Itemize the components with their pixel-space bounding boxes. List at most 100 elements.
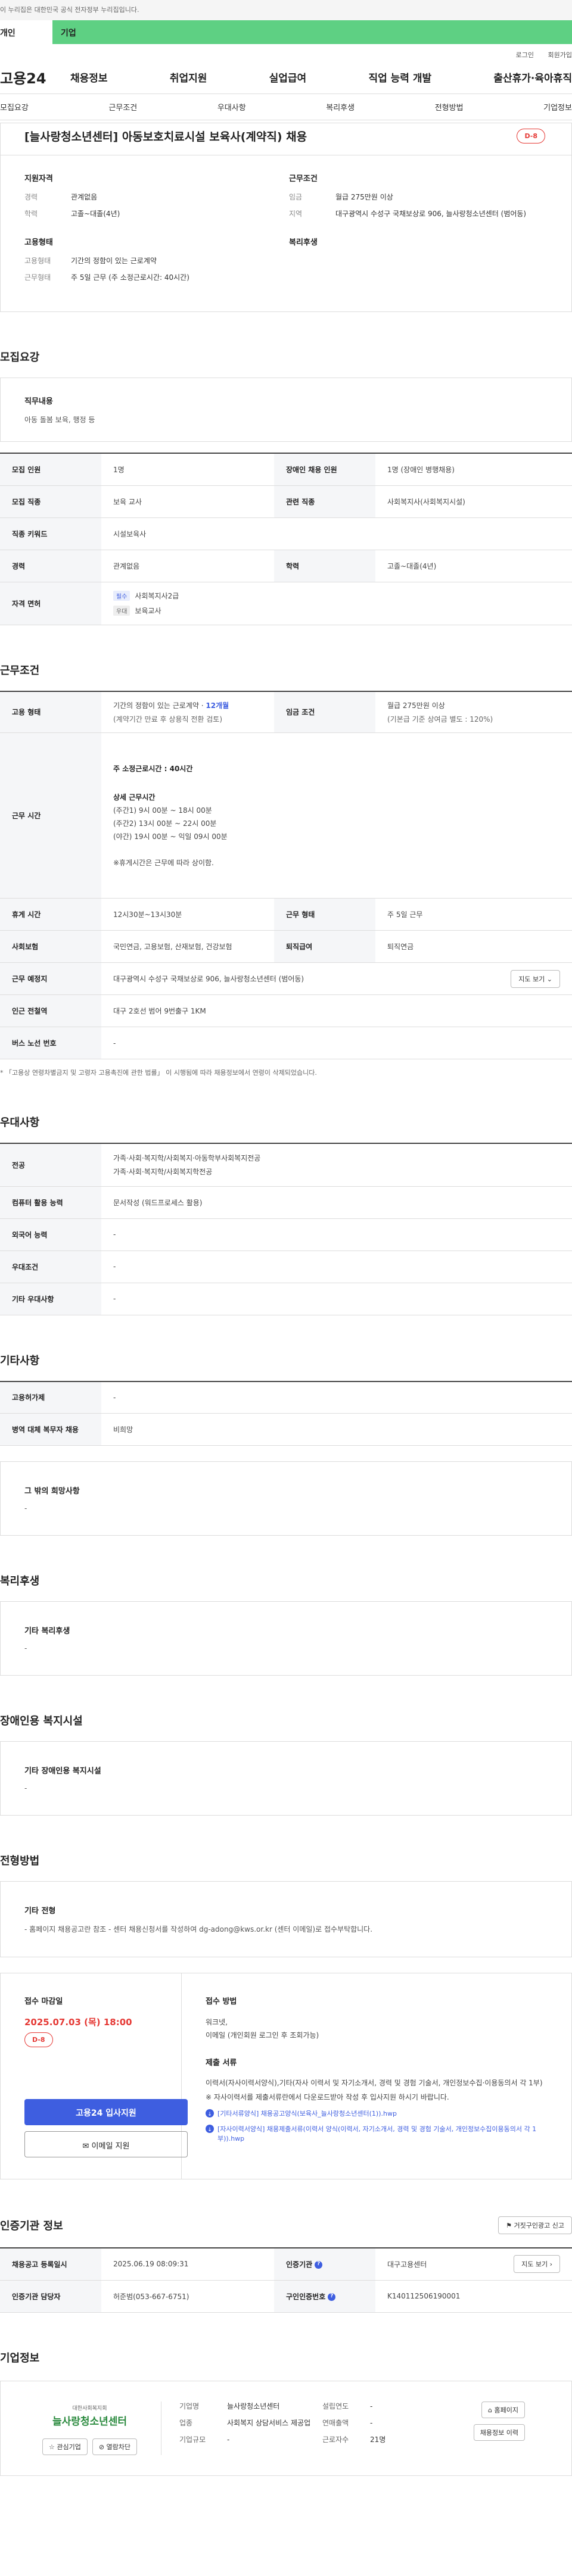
preferred-badge: 우대 <box>113 606 130 616</box>
method-line: 이메일 (개인회원 로그인 후 조회가능) <box>206 2031 319 2039</box>
license-name: 보육교사 <box>135 607 161 615</box>
row-label: 외국어 능력 <box>0 1218 101 1251</box>
agency-map-button[interactable]: 지도 보기 › <box>514 2255 560 2274</box>
anchor-work[interactable]: 근무조건 <box>108 101 137 113</box>
row-label: 장애인 채용 인원 <box>274 453 375 486</box>
row-value: 사회복지사(사회복지시설) <box>375 485 572 518</box>
file-download-link[interactable]: ↓ [기타서류양식] 채용공고양식(보육사_늘사랑청소년센터(1)).hwp <box>206 2109 548 2119</box>
table-row: 컴퓨터 활용 능력 문서작성 (워드프로세스 활용) <box>0 1186 572 1219</box>
info-icon[interactable]: ? <box>315 2260 323 2269</box>
download-icon: ↓ <box>206 2125 214 2133</box>
row-label: 병역 대체 복무자 채용 <box>0 1413 101 1446</box>
dday-badge: D-8 <box>517 129 545 144</box>
row-label: 퇴직급여 <box>274 930 375 963</box>
tab-company[interactable]: 기업 <box>52 20 572 44</box>
recruit-heading: 모집요강 <box>0 351 40 364</box>
map-button-label: 지도 보기 <box>518 975 545 983</box>
row-value: - <box>101 1381 572 1414</box>
row-label: 버스 노선 번호 <box>0 1027 101 1059</box>
table-row: 휴게 시간 12시30분~13시30분 근무 형태 주 5일 근무 <box>0 898 572 931</box>
row-label: 고용허가제 <box>0 1381 101 1414</box>
work-time-cell: 주 소정근로시간 : 40시간 상세 근무시간 (주간1) 9시 00분 ~ 1… <box>101 732 572 899</box>
job-history-button[interactable]: 채용정보 이력 <box>473 2424 525 2441</box>
table-row: 경력 관계없음 학력 고졸~대졸(4년) <box>0 550 572 582</box>
info-label: 연매출액 <box>322 2418 349 2427</box>
weekly-hours: 주 소정근로시간 : 40시간 <box>113 764 193 773</box>
menu-jobs[interactable]: 채용정보 <box>70 70 108 85</box>
user-type-tabs: 개인 기업 <box>0 20 572 44</box>
wage-note: (기본급 기준 상여금 별도 : 120%) <box>387 715 493 723</box>
download-icon: ↓ <box>206 2109 214 2117</box>
recruit-table: 모집 인원 1명 장애인 채용 인원 1명 (장애인 병행채용) 모집 직종 보… <box>0 453 572 625</box>
info-icon[interactable]: ? <box>328 2293 336 2301</box>
menu-training[interactable]: 직업 능력 개발 <box>368 70 431 85</box>
region-label: 지역 <box>289 210 303 218</box>
company-logo: 대한사회복지회 늘사랑청소년센터 <box>18 2404 161 2428</box>
table-row: 채용공고 등록일시 2025.06.19 08:09:31 인증기관? 대구고용… <box>0 2248 572 2281</box>
file-name: [자사이력서양식] 채용제출서류(이력서 양식(이력서, 자기소개서, 경력 및… <box>217 2125 537 2142</box>
email-apply-label: 이메일 지원 <box>91 2142 130 2151</box>
mail-icon: ✉ <box>82 2142 89 2151</box>
anchor-company[interactable]: 기업정보 <box>543 101 572 113</box>
login-link[interactable]: 로그인 <box>516 51 534 59</box>
row-value: 대구 2호선 범어 9번출구 1KM <box>101 994 572 1027</box>
menu-leave[interactable]: 출산휴가·육아휴직 <box>493 70 572 85</box>
pref-section: 우대사항 전공 가족·사회·복지학/사회복지·아동학부사회복지전공 가족·사회·… <box>0 1114 572 1315</box>
block-button[interactable]: ⊘ 열람차단 <box>92 2438 138 2455</box>
selection-heading: 전형방법 <box>0 1855 40 1867</box>
menu-employment-support[interactable]: 취업지원 <box>170 70 207 85</box>
row-label: 기타 우대사항 <box>0 1283 101 1315</box>
anchor-pref[interactable]: 우대사항 <box>217 101 246 113</box>
facility-section: 장애인용 복지시설 기타 장애인용 복지시설 - <box>0 1713 572 1816</box>
anchor-welfare[interactable]: 복리후생 <box>326 101 355 113</box>
other-wish-label: 그 밖의 희망사항 <box>24 1487 80 1496</box>
report-label: 거짓구인광고 신고 <box>514 2222 564 2229</box>
other-wish-value: - <box>24 1504 27 1512</box>
info-label: 업종 <box>179 2418 193 2427</box>
contract-period: 12개월 <box>206 701 229 710</box>
apply-button[interactable]: 고용24 입사지원 <box>24 2099 188 2125</box>
utility-links: 로그인 회원가입 <box>0 44 572 61</box>
row-value: 비희망 <box>101 1413 572 1446</box>
signup-link[interactable]: 회원가입 <box>548 51 572 59</box>
pref-table: 전공 가족·사회·복지학/사회복지·아동학부사회복지전공 가족·사회·복지학/사… <box>0 1143 572 1315</box>
gov-banner: 이 누리집은 대한민국 공식 전자정부 누리집입니다. <box>0 0 572 20</box>
company-logo-area: 대한사회복지회 늘사랑청소년센터 ☆ 관심기업 ⊘ 열람차단 <box>18 2401 161 2455</box>
site-logo[interactable]: 고용24 <box>0 67 70 88</box>
row-label: 학력 <box>274 550 375 582</box>
row-value: 고졸~대졸(4년) <box>375 550 572 582</box>
homepage-button[interactable]: ⌂ 홈페이지 <box>481 2401 525 2418</box>
favorite-button[interactable]: ☆ 관심기업 <box>42 2438 88 2455</box>
tab-personal[interactable]: 개인 <box>0 20 52 44</box>
row-value: 퇴직연금 <box>375 930 572 963</box>
info-label: 기업명 <box>179 2402 200 2410</box>
row-value: 가족·사회·복지학/사회복지·아동학부사회복지전공 가족·사회·복지학/사회복지… <box>101 1143 572 1187</box>
row-value: - <box>101 1218 572 1251</box>
cond-heading: 근무조건 <box>289 174 318 183</box>
email-apply-button[interactable]: ✉ 이메일 지원 <box>24 2131 188 2157</box>
map-button[interactable]: 지도 보기 ⌄ <box>511 969 560 988</box>
selection-box: 기타 전형 - 홈페이지 채용공고란 참조 - 센터 채용신청서를 작성하여 d… <box>0 1881 572 1957</box>
row-value: 주 5일 근무 <box>375 898 572 931</box>
report-button[interactable]: ⚑ 거짓구인광고 신고 <box>498 2216 572 2234</box>
favorite-label: 관심기업 <box>57 2443 81 2451</box>
row-value: 12시30분~13시30분 <box>101 898 274 931</box>
row-label: 관련 직종 <box>274 485 375 518</box>
file-name: [기타서류양식] 채용공고양식(보육사_늘사랑청소년센터(1)).hwp <box>217 2110 397 2117</box>
row-label: 컴퓨터 활용 능력 <box>0 1186 101 1219</box>
anchor-selection[interactable]: 전형방법 <box>435 101 464 113</box>
shift-line: (야간) 19시 00분 ~ 익일 09시 00분 <box>113 832 228 841</box>
wage-label: 임금 <box>289 193 303 201</box>
shift-line: (주간1) 9시 00분 ~ 18시 00분 <box>113 806 212 815</box>
duty-text: 아동 돌봄 보육, 행정 등 <box>24 416 95 424</box>
table-row: 직종 키워드 시설보육사 <box>0 517 572 550</box>
row-value: 허준범(053-667-6751) <box>101 2280 274 2313</box>
selection-label: 기타 전형 <box>24 1907 56 1916</box>
required-badge: 필수 <box>113 591 130 601</box>
file-download-link[interactable]: ↓ [자사이력서양식] 채용제출서류(이력서 양식(이력서, 자기소개서, 경력 … <box>206 2125 548 2144</box>
row-value: - <box>101 1027 572 1059</box>
row-label: 근무 예정지 <box>0 962 101 995</box>
selection-text: - 홈페이지 채용공고란 참조 - 센터 채용신청서를 작성하여 dg-adon… <box>24 1925 373 1933</box>
menu-unemployment[interactable]: 실업급여 <box>269 70 307 85</box>
anchor-recruit[interactable]: 모집요강 <box>0 101 29 113</box>
